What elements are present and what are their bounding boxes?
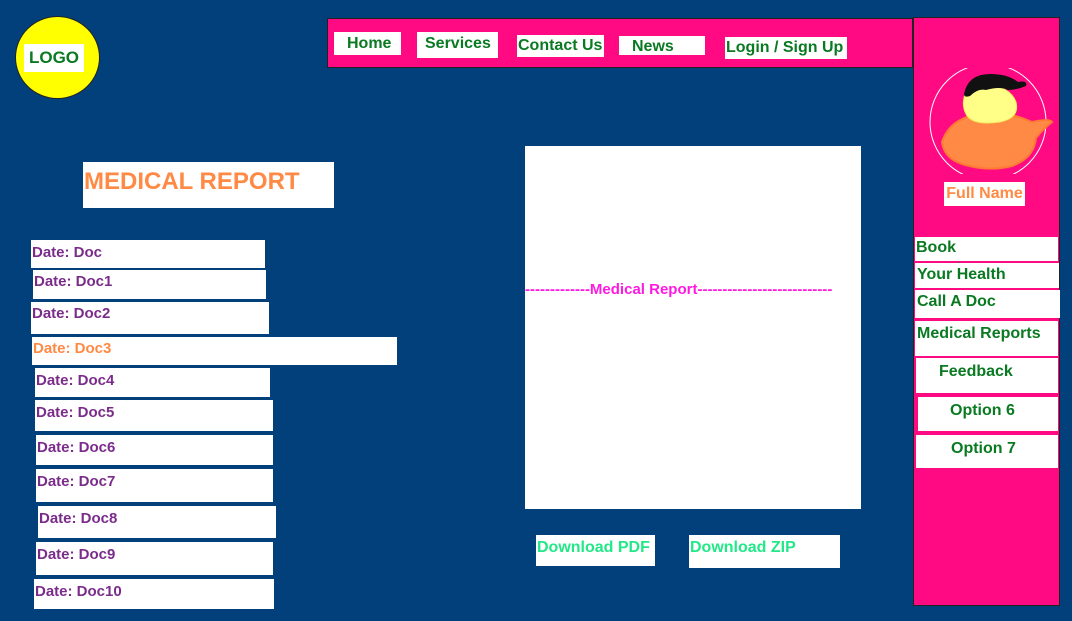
nav-news[interactable]: News [619, 36, 705, 55]
avatar[interactable] [928, 68, 1054, 174]
document-item-doc8[interactable]: Date: Doc8 [38, 506, 276, 538]
document-item-doc5[interactable]: Date: Doc5 [35, 400, 273, 431]
document-item-doc4[interactable]: Date: Doc4 [35, 368, 270, 397]
nav-home[interactable]: Home [334, 32, 401, 55]
sidebar-item-option-7[interactable]: Option 7 [916, 435, 1058, 468]
sidebar-item-feedback[interactable]: Feedback [916, 358, 1058, 393]
document-item-doc10[interactable]: Date: Doc10 [34, 579, 274, 609]
sidebar-item-medical-reports[interactable]: Medical Reports [915, 321, 1058, 356]
profile-full-name: Full Name [944, 182, 1025, 206]
download-pdf-button[interactable]: Download PDF [536, 535, 655, 566]
sidebar-item-your-health[interactable]: Your Health [915, 263, 1059, 288]
document-item-doc[interactable]: Date: Doc [31, 240, 265, 268]
document-item-doc9[interactable]: Date: Doc9 [36, 542, 273, 575]
document-item-doc1[interactable]: Date: Doc1 [33, 270, 266, 299]
nav-contact-us[interactable]: Contact Us [517, 35, 604, 57]
page-title: MEDICAL REPORT [83, 162, 334, 208]
logo[interactable]: LOGO [24, 44, 84, 72]
document-item-doc7[interactable]: Date: Doc7 [36, 469, 273, 502]
report-viewer-content: -------------Medical Report-------------… [525, 281, 833, 298]
sidebar-item-option-6[interactable]: Option 6 [918, 397, 1058, 431]
document-item-doc3[interactable]: Date: Doc3 [32, 337, 397, 365]
document-item-doc6[interactable]: Date: Doc6 [36, 435, 273, 465]
document-item-doc2[interactable]: Date: Doc2 [31, 302, 269, 334]
nav-login-signup[interactable]: Login / Sign Up [725, 37, 847, 59]
report-viewer[interactable] [525, 146, 861, 509]
nav-services[interactable]: Services [417, 32, 498, 58]
download-zip-button[interactable]: Download ZIP [689, 535, 840, 568]
sidebar-item-call-a-doc[interactable]: Call A Doc [915, 290, 1060, 318]
sidebar-item-book-appointment[interactable]: Book Appointment [915, 237, 1058, 278]
